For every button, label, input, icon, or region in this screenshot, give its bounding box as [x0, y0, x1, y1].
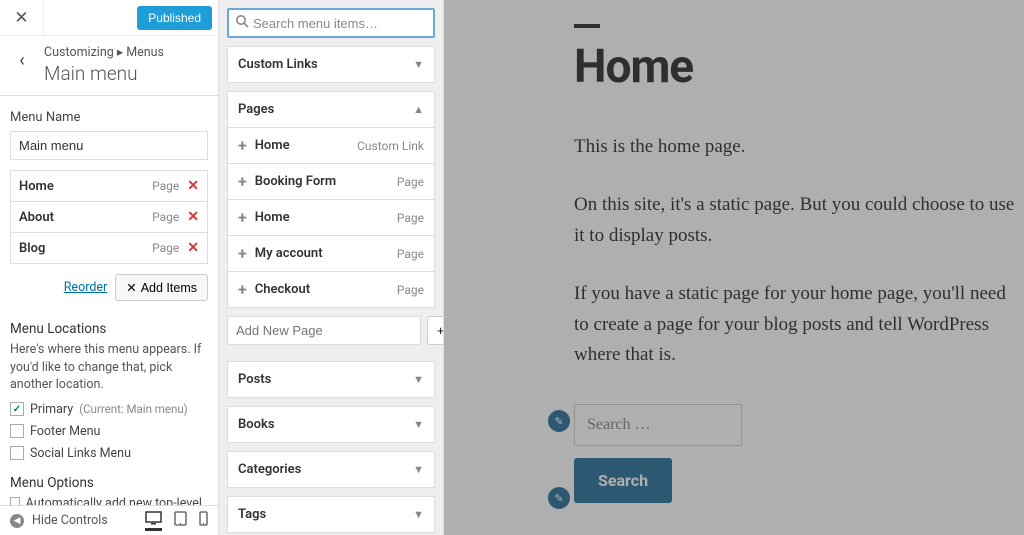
page-item-type: Custom Link: [357, 139, 424, 153]
page-item-type: Page: [397, 247, 424, 261]
location-hint: (Current: Main menu): [79, 402, 187, 416]
search-icon: [235, 14, 249, 32]
location-label: Footer Menu: [30, 424, 100, 439]
close-icon: ✕: [14, 8, 28, 28]
checkbox-icon[interactable]: [10, 497, 20, 506]
section-title: Main menu: [44, 62, 210, 85]
remove-icon[interactable]: ✕: [187, 209, 199, 225]
page-item[interactable]: + Home Page: [227, 199, 435, 236]
footer-bar: ◀ Hide Controls: [0, 505, 218, 535]
menu-items-list: Home Page ✕ About Page ✕ Blog Page ✕: [10, 170, 208, 264]
close-icon: ✕: [126, 280, 136, 295]
site-preview: Home This is the home page. On this site…: [444, 0, 1024, 535]
section-posts[interactable]: Posts ▼: [227, 361, 435, 398]
add-new-page-button[interactable]: + Add: [427, 316, 444, 345]
location-label: Primary: [30, 402, 73, 417]
customizer-header: ✕ Published ‹ Customizing ▸ Menus Main m…: [0, 0, 218, 96]
section-label: Custom Links: [238, 57, 318, 72]
section-books[interactable]: Books ▼: [227, 406, 435, 443]
add-items-label: Add Items: [141, 281, 197, 295]
close-button[interactable]: ✕: [0, 0, 44, 36]
plus-icon: +: [238, 244, 247, 263]
page-item[interactable]: + Checkout Page: [227, 271, 435, 308]
pages-list: + Home Custom Link + Booking Form Page +…: [227, 127, 435, 345]
plus-icon: +: [238, 172, 247, 191]
section-label: Pages: [238, 102, 274, 117]
section-label: Posts: [238, 372, 271, 387]
menu-options-title: Menu Options: [10, 475, 208, 491]
chevron-down-icon: ▼: [413, 58, 424, 71]
chevron-left-icon: ‹: [19, 50, 24, 71]
back-button[interactable]: ‹: [0, 44, 44, 71]
section-label: Tags: [238, 507, 266, 522]
section-tags[interactable]: Tags ▼: [227, 496, 435, 533]
menu-item-title: Home: [19, 179, 152, 194]
location-primary[interactable]: Primary (Current: Main menu): [10, 402, 208, 417]
page-item[interactable]: + Booking Form Page: [227, 163, 435, 200]
mobile-icon[interactable]: [199, 511, 208, 531]
menu-item-type: Page: [152, 241, 179, 255]
menu-item[interactable]: Blog Page ✕: [11, 233, 207, 263]
plus-icon: +: [437, 324, 444, 338]
menu-item-type: Page: [152, 210, 179, 224]
chevron-down-icon: ▼: [413, 418, 424, 431]
section-custom-links[interactable]: Custom Links ▼: [227, 46, 435, 83]
auto-add-label: Automatically add new top-level pages to…: [26, 495, 208, 506]
page-item[interactable]: + Home Custom Link: [227, 127, 435, 164]
customizer-sidebar: ✕ Published ‹ Customizing ▸ Menus Main m…: [0, 0, 219, 535]
section-label: Categories: [238, 462, 301, 477]
page-item-type: Page: [397, 283, 424, 297]
section-label: Books: [238, 417, 275, 432]
remove-icon[interactable]: ✕: [187, 178, 199, 194]
preview-dim-overlay: [444, 0, 1024, 535]
reorder-link[interactable]: Reorder: [64, 280, 108, 295]
add-items-panel: Custom Links ▼ Pages ▲ + Home Custom Lin…: [219, 0, 444, 535]
menu-item-type: Page: [152, 179, 179, 193]
plus-icon: +: [238, 208, 247, 227]
hide-controls-button[interactable]: Hide Controls: [32, 513, 108, 528]
page-item-title: Checkout: [255, 282, 397, 297]
page-item-type: Page: [397, 175, 424, 189]
menu-item[interactable]: About Page ✕: [11, 202, 207, 233]
menu-item-title: Blog: [19, 241, 152, 256]
menu-locations-desc: Here's where this menu appears. If you'd…: [10, 341, 208, 394]
chevron-up-icon: ▲: [413, 103, 424, 116]
page-item-type: Page: [397, 211, 424, 225]
plus-icon: +: [238, 136, 247, 155]
menu-name-input[interactable]: [10, 131, 208, 160]
location-footer[interactable]: Footer Menu: [10, 424, 208, 439]
section-pages[interactable]: Pages ▲: [227, 91, 435, 128]
menu-item[interactable]: Home Page ✕: [11, 171, 207, 202]
published-button[interactable]: Published: [137, 6, 212, 30]
plus-icon: +: [238, 280, 247, 299]
chevron-down-icon: ▼: [413, 463, 424, 476]
chevron-down-icon: ▼: [413, 508, 424, 521]
page-item[interactable]: + My account Page: [227, 235, 435, 272]
add-items-button[interactable]: ✕ Add Items: [115, 274, 208, 301]
desktop-icon[interactable]: [145, 511, 162, 531]
location-label: Social Links Menu: [30, 446, 131, 461]
tablet-icon[interactable]: [174, 511, 187, 531]
menu-name-label: Menu Name: [10, 110, 208, 125]
collapse-icon[interactable]: ◀: [10, 514, 24, 528]
checkbox-icon[interactable]: [10, 446, 24, 460]
breadcrumb: Customizing ▸ Menus: [44, 44, 210, 60]
section-categories[interactable]: Categories ▼: [227, 451, 435, 488]
page-item-title: Booking Form: [255, 174, 397, 189]
checkbox-icon[interactable]: [10, 402, 24, 416]
menu-item-title: About: [19, 210, 152, 225]
chevron-down-icon: ▼: [413, 373, 424, 386]
page-item-title: Home: [255, 210, 397, 225]
search-input[interactable]: [253, 16, 429, 31]
page-item-title: Home: [255, 138, 357, 153]
add-new-page-input[interactable]: [227, 316, 421, 345]
remove-icon[interactable]: ✕: [187, 240, 199, 256]
page-item-title: My account: [255, 246, 397, 261]
auto-add-option[interactable]: Automatically add new top-level pages to…: [10, 495, 208, 506]
location-social[interactable]: Social Links Menu: [10, 446, 208, 461]
checkbox-icon[interactable]: [10, 424, 24, 438]
menu-locations-title: Menu Locations: [10, 321, 208, 337]
search-menu-items[interactable]: [227, 8, 435, 38]
